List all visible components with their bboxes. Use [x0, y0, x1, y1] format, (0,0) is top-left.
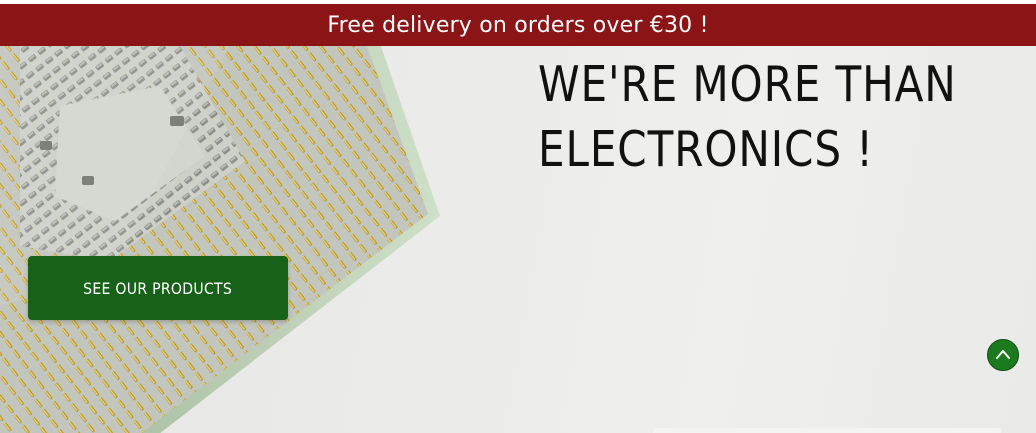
promo-banner: Free delivery on orders over €30 ! [0, 4, 1036, 46]
cpu-chip-image [0, 46, 440, 433]
see-products-label: SEE OUR PRODUCTS [83, 278, 233, 298]
bottom-panel-edge [653, 428, 1001, 433]
promo-text: Free delivery on orders over €30 ! [327, 12, 709, 38]
hero-headline: WE'RE MORE THAN ELECTRONICS ! [538, 52, 957, 182]
hero-section: WE'RE MORE THAN ELECTRONICS ! SEE OUR PR… [0, 46, 1036, 433]
headline-line-1: WE'RE MORE THAN [538, 56, 957, 113]
see-products-button[interactable]: SEE OUR PRODUCTS [28, 256, 288, 320]
chevron-up-icon [996, 350, 1010, 359]
headline-line-2: ELECTRONICS ! [538, 121, 874, 178]
scroll-to-top-button[interactable] [987, 339, 1019, 371]
